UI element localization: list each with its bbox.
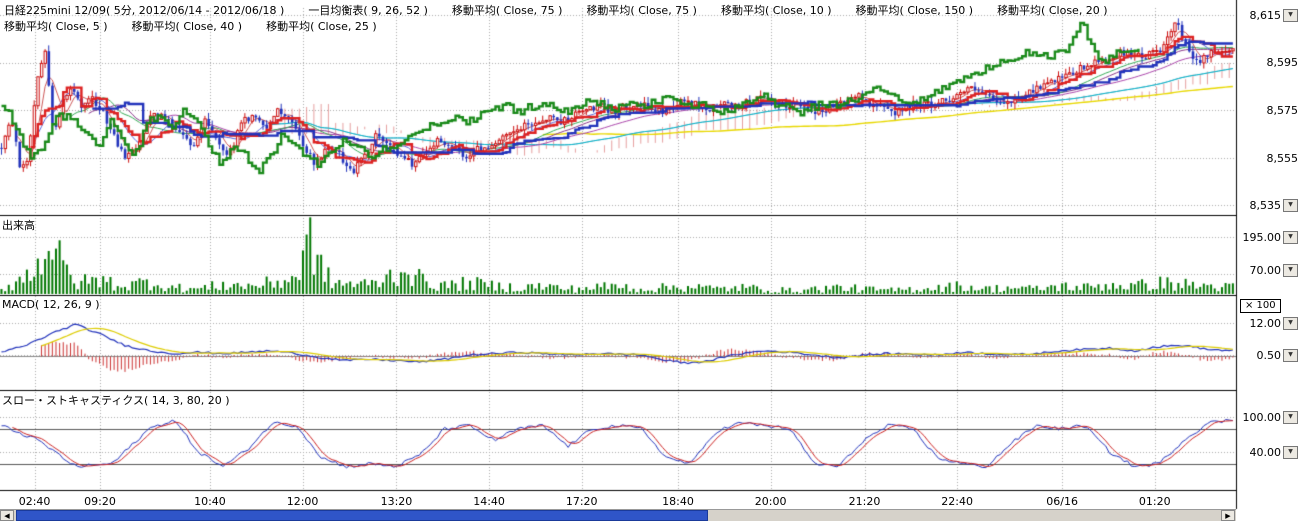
price-axis-label: 8,555	[1267, 152, 1299, 165]
time-axis-label: 01:20	[1139, 495, 1171, 508]
price-axis-label: 8,595	[1267, 56, 1299, 69]
indicator-label: 移動平均( Close, 150 )	[856, 2, 974, 18]
time-axis: 02:40 09:20 10:40 12:00 13:20 14:40 17:20 18:40…	[0, 495, 1235, 509]
time-axis-label: 22:40	[941, 495, 973, 508]
macd-scale-spin-button[interactable]: ▼	[1283, 349, 1298, 362]
scroll-right-button[interactable]: ▶	[1221, 510, 1235, 521]
scroll-left-button[interactable]: ◀	[0, 510, 14, 521]
time-axis-label: 17:20	[566, 495, 598, 508]
scrollbar-thumb[interactable]	[16, 510, 708, 521]
volume-scale-spin-button[interactable]: ▼	[1283, 264, 1298, 277]
volume-scale-spin-button[interactable]: ▼	[1283, 231, 1298, 244]
volume-multiplier-badge: × 100	[1240, 299, 1281, 313]
horizontal-scrollbar[interactable]: ◀ ▶	[0, 509, 1236, 521]
price-axis-row: 8,595	[1239, 56, 1299, 69]
macd-panel-label: MACD( 12, 26, 9 )	[2, 298, 100, 311]
price-scale-spin-button[interactable]: ▼	[1283, 199, 1298, 212]
stoch-axis-row: 100.00 ▼	[1239, 411, 1298, 424]
price-axis-row: 8,535 ▼	[1239, 199, 1298, 212]
scrollbar-corner	[1237, 509, 1299, 521]
volume-axis-row: 195.00 ▼	[1239, 231, 1298, 244]
stoch-panel-label: スロー・ストキャスティクス( 14, 3, 80, 20 )	[2, 392, 230, 408]
indicator-label: 日経225mini 12/09( 5分, 2012/06/14 - 2012/0…	[4, 2, 284, 18]
indicator-header-row-1: 日経225mini 12/09( 5分, 2012/06/14 - 2012/0…	[4, 2, 1108, 18]
volume-axis-row: 70.00 ▼	[1239, 264, 1298, 277]
volume-axis-label: 195.00	[1243, 231, 1282, 244]
price-axis-label: 8,615	[1250, 9, 1282, 22]
price-chart-canvas[interactable]	[0, 0, 1299, 521]
indicator-label: 移動平均( Close, 10 )	[721, 2, 832, 18]
time-axis-label: 06/16	[1046, 495, 1078, 508]
stoch-scale-spin-button[interactable]: ▼	[1283, 446, 1298, 459]
indicator-label: 移動平均( Close, 20 )	[997, 2, 1108, 18]
price-axis-label: 8,535	[1250, 199, 1282, 212]
time-axis-label: 20:00	[755, 495, 787, 508]
trading-chart-window: 日経225mini 12/09( 5分, 2012/06/14 - 2012/0…	[0, 0, 1299, 521]
indicator-label: 移動平均( Close, 75 )	[452, 2, 563, 18]
time-axis-label: 12:00	[287, 495, 319, 508]
time-axis-label: 21:20	[849, 495, 881, 508]
indicator-header-row-2: 移動平均( Close, 5 ) 移動平均( Close, 40 ) 移動平均( C…	[4, 18, 377, 34]
indicator-label: 移動平均( Close, 40 )	[132, 18, 243, 34]
macd-axis-row: 0.50 ▼	[1239, 349, 1298, 362]
time-axis-label: 18:40	[662, 495, 694, 508]
stoch-axis-label: 100.00	[1243, 411, 1282, 424]
time-axis-label: 02:40	[19, 495, 51, 508]
macd-axis-label: 0.50	[1257, 349, 1282, 362]
macd-axis-row: 12.00 ▼	[1239, 317, 1298, 330]
price-axis-label: 8,575	[1267, 104, 1299, 117]
time-axis-label: 13:20	[381, 495, 413, 508]
price-scale-spin-button[interactable]: ▼	[1283, 9, 1298, 22]
macd-axis-label: 12.00	[1250, 317, 1282, 330]
macd-scale-spin-button[interactable]: ▼	[1283, 317, 1298, 330]
volume-axis-label: 70.00	[1250, 264, 1282, 277]
indicator-label: 移動平均( Close, 25 )	[266, 18, 377, 34]
price-axis-row: 8,615 ▼	[1239, 9, 1298, 22]
time-axis-label: 09:20	[84, 495, 116, 508]
time-axis-label: 10:40	[194, 495, 226, 508]
price-axis-row: 8,575	[1239, 104, 1299, 117]
stoch-axis-label: 40.00	[1250, 446, 1282, 459]
indicator-label: 移動平均( Close, 5 )	[4, 18, 108, 34]
indicator-label: 移動平均( Close, 75 )	[586, 2, 697, 18]
stoch-axis-row: 40.00 ▼	[1239, 446, 1298, 459]
price-axis-row: 8,555	[1239, 152, 1299, 165]
indicator-label: 一目均衡表( 9, 26, 52 )	[308, 2, 428, 18]
time-axis-label: 14:40	[473, 495, 505, 508]
volume-panel-label: 出来高	[2, 217, 35, 233]
stoch-scale-spin-button[interactable]: ▼	[1283, 411, 1298, 424]
